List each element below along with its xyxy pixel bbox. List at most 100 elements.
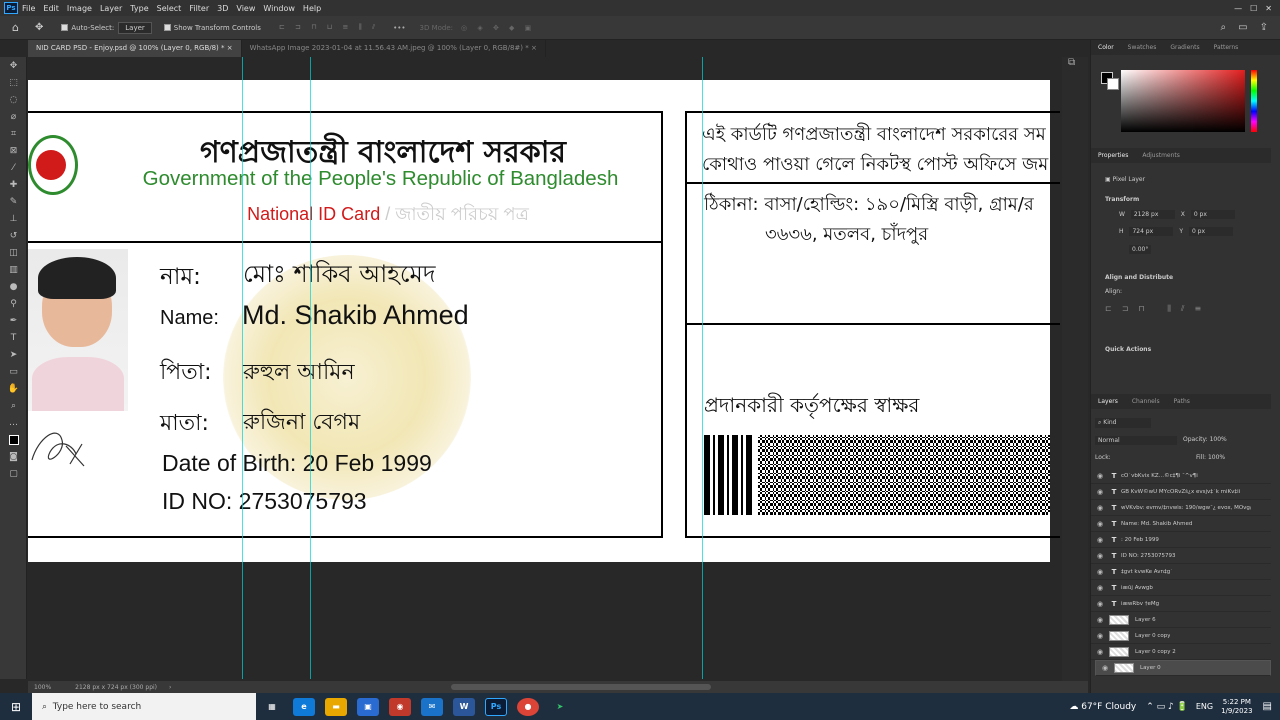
menu-help[interactable]: Help [303,4,321,13]
crop-tool-icon[interactable]: ⌗ [0,125,27,142]
angle-field[interactable]: 0.00° [1129,245,1152,254]
layer-row[interactable]: ◉ TwVKvbv: evmv/‡nvwìs: 190/wgw¯¿ evox, M… [1091,500,1271,516]
visibility-eye-icon[interactable]: ◉ [1097,552,1107,560]
mail-icon[interactable]: ✉ [421,697,443,716]
maximize-icon[interactable]: ☐ [1250,4,1257,13]
quick-select-tool-icon[interactable]: ⌀ [0,108,27,125]
menu-edit[interactable]: Edit [43,4,59,13]
zoom-level[interactable]: 100% [34,684,51,691]
visibility-eye-icon[interactable]: ◉ [1097,648,1107,656]
rectangle-tool-icon[interactable]: ▭ [0,363,27,380]
app-green-icon[interactable]: ➤ [549,697,571,716]
taskbar-search[interactable]: ⌕ Type here to search [32,693,256,720]
document-canvas[interactable]: গণপ্রজাতন্ত্রী বাংলাদেশ সরকার Government… [28,80,1060,562]
type-tool-icon[interactable]: T [0,329,27,346]
menu-layer[interactable]: Layer [100,4,122,13]
visibility-eye-icon[interactable]: ◉ [1097,536,1107,544]
color-swatches-icon[interactable] [0,431,27,448]
visibility-eye-icon[interactable]: ◉ [1102,664,1112,672]
tab-gradients[interactable]: Gradients [1163,44,1206,51]
menu-type[interactable]: Type [130,4,148,13]
vertical-scrollbar[interactable]: ⧉ [1062,57,1088,681]
brush-tool-icon[interactable]: ✎ [0,193,27,210]
layer-row[interactable]: ◉ T ‡gvt kvwKe Avn‡g` [1091,564,1271,580]
opacity-control[interactable]: Opacity: 100% [1183,436,1227,443]
visibility-eye-icon[interactable]: ◉ [1097,616,1107,624]
tab-layers[interactable]: Layers [1091,398,1125,405]
workspace-icon[interactable]: ▭ [1238,22,1247,33]
app-red-icon[interactable]: ◉ [389,697,411,716]
height-field[interactable]: 724 px [1129,227,1174,236]
search-icon[interactable]: ⌕ [1221,22,1227,33]
layer-row[interactable]: ◉ T: 20 Feb 1999 [1091,532,1271,548]
tab-properties[interactable]: Properties [1091,152,1135,159]
menu-window[interactable]: Window [263,4,295,13]
tab-color[interactable]: Color [1091,44,1121,51]
stamp-tool-icon[interactable]: ⊥ [0,210,27,227]
guide-line[interactable] [310,57,311,679]
edge-icon[interactable]: e [293,697,315,716]
menu-filter[interactable]: Filter [189,4,209,13]
tab-whatsapp-image[interactable]: WhatsApp Image 2023-01-04 at 11.56.43 AM… [242,40,546,57]
horizontal-scrollbar[interactable] [451,684,712,690]
tab-channels[interactable]: Channels [1125,398,1167,405]
close-icon[interactable]: ✕ [1265,4,1272,13]
clock[interactable]: 5:22 PM 1/9/2023 [1221,698,1252,716]
layer-filter-kind[interactable]: ⌕ Kind [1095,418,1151,428]
menu-image[interactable]: Image [67,4,92,13]
background-color[interactable] [1107,78,1119,90]
minimize-icon[interactable]: — [1234,4,1242,13]
layer-row[interactable]: ◉ Layer 6 [1091,612,1271,628]
doc-info[interactable]: 2128 px x 724 px (300 ppi) [75,684,157,691]
tab-paths[interactable]: Paths [1167,398,1197,405]
photoshop-taskbar-icon[interactable]: Ps [485,697,507,716]
blur-tool-icon[interactable]: ● [0,278,27,295]
x-field[interactable]: 0 px [1190,210,1235,219]
share-icon[interactable]: ⇪ [1260,22,1268,33]
tab-patterns[interactable]: Patterns [1207,44,1246,51]
word-icon[interactable]: W [453,697,475,716]
weather-widget[interactable]: ☁ 67°F Cloudy [1069,702,1136,712]
layer-row[interactable]: ◉ Layer 0 copy [1091,628,1271,644]
blend-mode-select[interactable]: Normal [1095,436,1177,445]
layer-row[interactable]: ◉ Layer 0 [1095,660,1271,676]
history-brush-icon[interactable]: ↺ [0,227,27,244]
tray-icons[interactable]: ⌃ ▭ ♪ 🔋 [1146,702,1188,712]
menu-3d[interactable]: 3D [217,4,228,13]
gradient-tool-icon[interactable]: ▥ [0,261,27,278]
home-icon[interactable]: ⌂ [12,21,19,34]
guide-line[interactable] [242,57,243,679]
layer-row[interactable]: ◉ T ID NO: 2753075793 [1091,548,1271,564]
canvas-area[interactable]: গণপ্রজাতন্ত্রী বাংলাদেশ সরকার Government… [28,57,1060,679]
chrome-icon[interactable]: ● [517,697,539,716]
tab-nid-card[interactable]: NID CARD PSD - Enjoy.psd @ 100% (Layer 0… [28,40,242,57]
show-transform-checkbox[interactable]: Show Transform Controls [163,24,261,32]
hue-slider[interactable] [1251,70,1257,132]
store-icon[interactable]: ▣ [357,697,379,716]
layer-row[interactable]: ◉ TcÖ`vbKvix KZ…©c‡¶i ¯^v¶i [1091,468,1271,484]
menu-view[interactable]: View [236,4,255,13]
tab-swatches[interactable]: Swatches [1121,44,1164,51]
layer-row[interactable]: ◉ T Name: Md. Shakib Ahmed [1091,516,1271,532]
color-picker-field[interactable] [1121,70,1245,132]
layer-row[interactable]: ◉ T GB KvW©wU MYcÖRvZš¿x evsjv‡`k miKv‡ii [1091,484,1271,500]
screen-mode-icon[interactable]: ▢ [0,465,27,482]
visibility-eye-icon[interactable]: ◉ [1097,504,1107,512]
fill-control[interactable]: Fill: 100% [1196,454,1225,461]
auto-select-target-dropdown[interactable]: Layer [118,21,152,34]
lasso-tool-icon[interactable]: ◌ [0,91,27,108]
pen-tool-icon[interactable]: ✒ [0,312,27,329]
status-arrow-icon[interactable]: › [169,684,171,691]
visibility-eye-icon[interactable]: ◉ [1097,584,1107,592]
layer-row[interactable]: ◉ Tiæûj Avwgb [1091,580,1271,596]
frame-tool-icon[interactable]: ⊠ [0,142,27,159]
windows-start-icon[interactable]: ⊞ [0,700,32,714]
hand-tool-icon[interactable]: ✋ [0,380,27,397]
move-tool-icon[interactable]: ✥ [0,57,27,74]
eyedropper-tool-icon[interactable]: ⁄ [0,159,27,176]
y-field[interactable]: 0 px [1188,227,1233,236]
visibility-eye-icon[interactable]: ◉ [1097,632,1107,640]
language-indicator[interactable]: ENG [1196,702,1213,711]
visibility-eye-icon[interactable]: ◉ [1097,488,1107,496]
more-options-icon[interactable]: ••• [393,24,405,32]
